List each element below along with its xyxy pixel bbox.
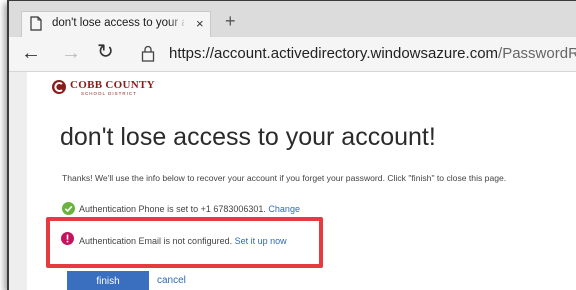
forward-arrow-icon[interactable]: → — [61, 42, 81, 64]
finish-button[interactable]: finish — [67, 271, 149, 290]
lock-icon[interactable] — [141, 45, 155, 62]
url-host: https://account.activedirectory.windowsa… — [169, 45, 499, 62]
cobb-county-logo: COBB COUNTY SCHOOL DISTRICT — [51, 78, 155, 100]
change-phone-link[interactable]: Change — [268, 204, 300, 214]
logo-mark-icon — [52, 80, 66, 94]
email-status-text: Authentication Email is not configured. — [79, 236, 233, 246]
alert-circle-icon — [61, 232, 74, 245]
logo-subtext: SCHOOL DISTRICT — [81, 91, 137, 96]
address-bar: ← → ↻ https://account.activedirectory.wi… — [9, 37, 576, 71]
url-field[interactable]: https://account.activedirectory.windowsa… — [169, 45, 576, 62]
logo-text: COBB COUNTY — [70, 79, 155, 91]
tab-title: don't lose access to your accoun — [52, 17, 184, 29]
cancel-link[interactable]: cancel — [157, 275, 186, 286]
content-card: COBB COUNTY SCHOOL DISTRICT don't lose a… — [27, 72, 576, 290]
browser-tab[interactable]: don't lose access to your accoun × — [21, 11, 211, 37]
tab-title-fade — [168, 15, 188, 33]
back-arrow-icon[interactable]: ← — [21, 42, 41, 64]
set-up-email-link[interactable]: Set it up now — [235, 236, 287, 246]
browser-window: don't lose access to your accoun × + ← →… — [7, 0, 576, 290]
new-tab-icon[interactable]: + — [225, 12, 236, 30]
phone-status-text: Authentication Phone is set to +1 678300… — [79, 204, 266, 214]
refresh-icon[interactable]: ↻ — [97, 41, 114, 63]
intro-text: Thanks! We'll use the info below to reco… — [62, 173, 507, 183]
close-icon[interactable]: × — [196, 16, 204, 32]
page-icon — [30, 16, 42, 31]
url-path: /PasswordReset/Regist — [498, 45, 576, 62]
tab-bar: don't lose access to your accoun × + — [9, 1, 576, 37]
check-circle-icon — [62, 202, 75, 215]
page-title: don't lose access to your account! — [60, 123, 436, 151]
page-background: COBB COUNTY SCHOOL DISTRICT don't lose a… — [9, 72, 576, 290]
